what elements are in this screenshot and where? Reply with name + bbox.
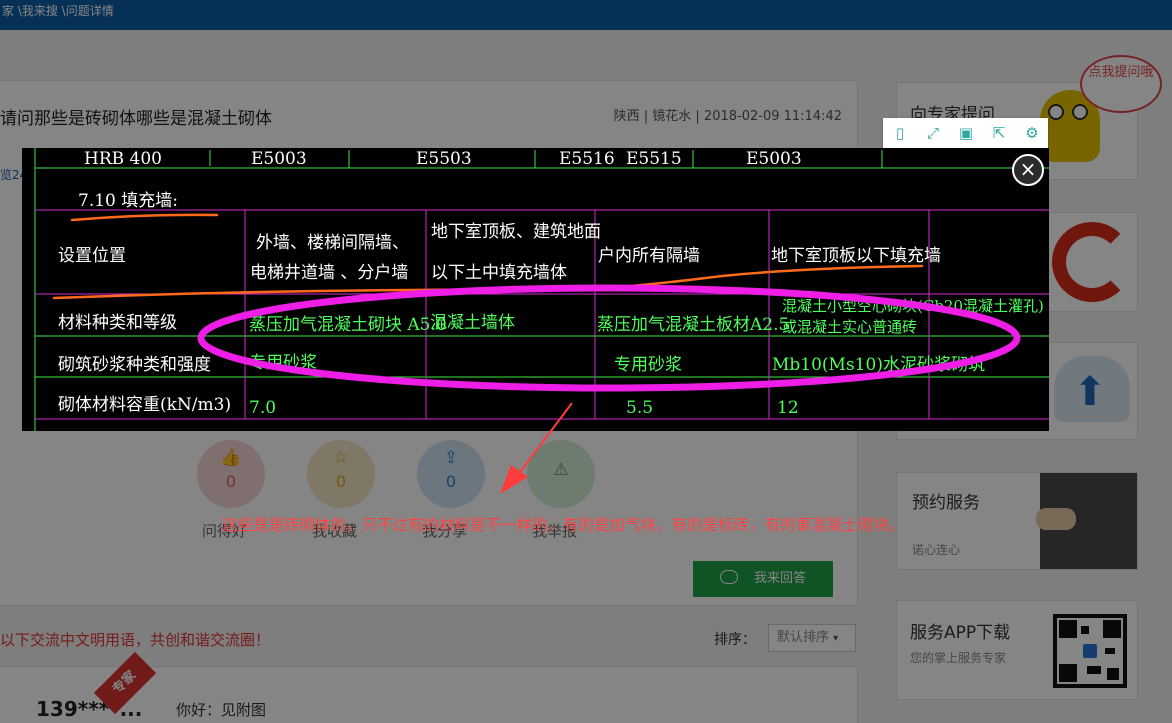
settings-icon[interactable]: ⚙ (1021, 122, 1043, 144)
cad-header-0: HRB 400 (84, 149, 162, 169)
cad-row-density-2: 5.5 (626, 398, 653, 418)
share-icon[interactable]: ⇱ (988, 122, 1010, 144)
cad-row-mortar-2: 专用砂浆 (614, 355, 682, 375)
cad-header-1: E5003 (251, 149, 307, 169)
cad-col-header-2: 电梯井道墙 、分户墙 (250, 263, 408, 283)
single-page-icon[interactable]: ▯ (889, 122, 911, 144)
cad-row-density-1: 7.0 (249, 398, 276, 418)
annotation-text: 这些是是砖砌体的，只不过有的材料是不一样的，有的是加气块，有的是标砖，有的事混凝… (222, 516, 905, 534)
cad-col-header-6: 地下室顶板以下填充墙 (771, 246, 941, 266)
cad-header-4: E5515 (626, 149, 682, 169)
cad-header-5: E5003 (746, 149, 802, 169)
cad-col-header-4: 以下土中填充墙体 (431, 263, 567, 283)
cad-col-header-0: 设置位置 (58, 246, 126, 266)
image-viewer[interactable]: HRB 400 E5003 E5503 E5516 E5515 E5003 7.… (22, 148, 1049, 431)
close-icon[interactable]: × (1012, 154, 1044, 186)
fullscreen-icon[interactable]: ⤢ (922, 122, 944, 144)
cad-row-material-5: 或混凝土实心普通砖 (782, 318, 917, 336)
cad-row-material-1: 蒸压加气混凝土砌块 A5.0 (249, 315, 447, 335)
save-icon[interactable]: ▣ (955, 122, 977, 144)
viewer-toolbar: ▯ ⤢ ▣ ⇱ ⚙ (883, 118, 1048, 148)
cad-header-2: E5503 (416, 149, 472, 169)
cad-table-image: HRB 400 E5003 E5503 E5516 E5515 E5003 7.… (34, 148, 1049, 431)
cad-col-header-1: 外墙、楼梯间隔墙、 (256, 233, 409, 253)
cad-section-title: 7.10 填充墙: (78, 191, 178, 211)
cad-row-material-3: 蒸压加气混凝土板材A2.5 (597, 315, 789, 335)
cad-row-density-label: 砌体材料容重(kN/m3) (58, 395, 231, 415)
cad-row-mortar-label: 砌筑砂浆种类和强度 (58, 355, 211, 375)
cad-row-material-2: 混凝土墙体 (430, 313, 515, 333)
cad-col-header-3: 地下室顶板、建筑地面 (431, 222, 601, 242)
cad-row-material-label: 材料种类和等级 (58, 313, 177, 333)
cad-col-header-5: 户内所有隔墙 (598, 246, 700, 266)
cad-header-3: E5516 (559, 149, 615, 169)
cad-row-density-3: 12 (777, 398, 799, 418)
